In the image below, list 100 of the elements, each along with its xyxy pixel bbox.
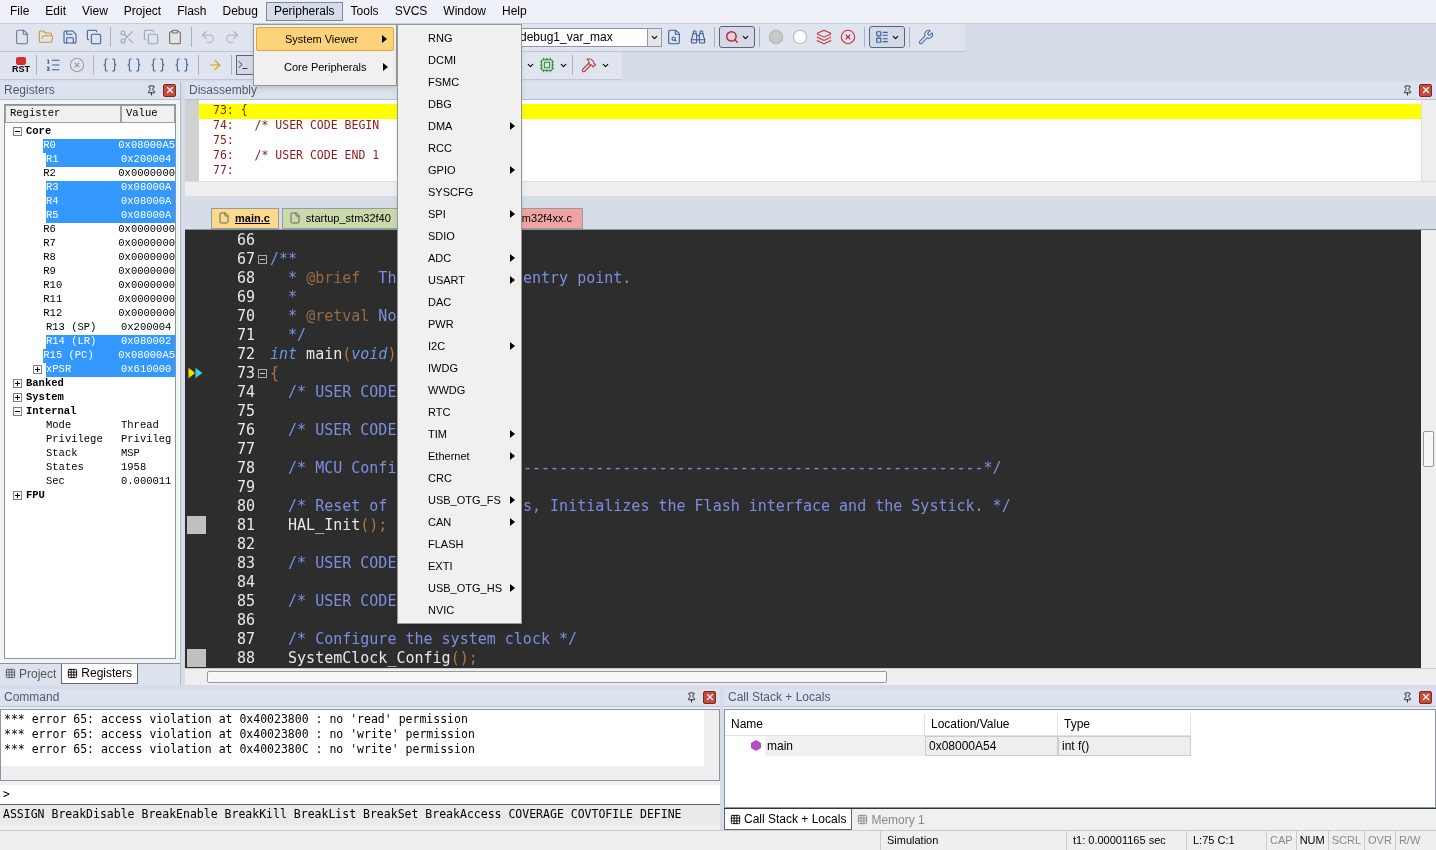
debug-session-button[interactable] (719, 26, 755, 49)
menu-item[interactable]: Flash (169, 1, 215, 21)
register-row[interactable]: Sec 0.000011 (46, 474, 175, 489)
menu-entry[interactable]: CRC (398, 467, 521, 489)
menu-entry[interactable]: NVIC (398, 599, 521, 621)
menu-item[interactable]: Debug (214, 1, 266, 21)
register-row[interactable]: Core (26, 124, 175, 139)
expand-box[interactable] (13, 379, 22, 389)
collapse-box[interactable] (13, 407, 22, 417)
register-row[interactable]: R6 0x0000000 (43, 222, 175, 237)
close-button[interactable] (1419, 83, 1432, 97)
save-icon[interactable] (62, 29, 78, 46)
register-row[interactable]: R10 0x0000000 (43, 278, 175, 293)
panel-tab[interactable]: Project (0, 663, 62, 684)
column-header[interactable]: Value (121, 104, 175, 123)
disassembly-icon[interactable] (45, 57, 61, 74)
register-row[interactable]: R13 (SP) 0x200004 (46, 320, 175, 335)
pin-icon[interactable] (146, 84, 157, 96)
dropdown-button[interactable] (647, 28, 661, 46)
column-header[interactable]: Name (725, 713, 925, 736)
menu-item[interactable]: File (2, 1, 38, 21)
scrollbar[interactable] (704, 709, 719, 766)
menu-entry[interactable]: DBG (398, 93, 521, 115)
register-row[interactable]: R7 0x0000000 (43, 236, 175, 251)
menu-entry[interactable]: USB_OTG_HS (398, 577, 521, 599)
fold-box[interactable] (258, 368, 267, 378)
menu-entry[interactable]: RCC (398, 137, 521, 159)
register-row[interactable]: R12 0x0000000 (43, 306, 175, 321)
menu-entry[interactable]: USB_OTG_FS (398, 489, 521, 511)
menu-entry[interactable]: I2C (398, 335, 521, 357)
register-row[interactable]: R9 0x0000000 (43, 264, 175, 279)
menu-entry[interactable]: ADC (398, 247, 521, 269)
close-button[interactable] (703, 690, 716, 704)
register-row[interactable]: Stack MSP (46, 446, 175, 461)
menu-item[interactable]: SVCS (386, 1, 436, 21)
register-row[interactable]: States 1958 (46, 460, 175, 475)
menu-item[interactable]: Window (435, 1, 494, 21)
scrollbar[interactable] (1421, 229, 1436, 668)
register-row[interactable]: R11 0x0000000 (43, 292, 175, 307)
pin-icon[interactable] (686, 691, 697, 703)
menu-entry[interactable]: IWDG (398, 357, 521, 379)
menu-entry[interactable]: Ethernet (398, 445, 521, 467)
column-header[interactable]: Register (5, 104, 121, 123)
window-layout-button[interactable] (869, 26, 905, 49)
tools-icon[interactable] (581, 57, 597, 74)
save-all-icon[interactable] (86, 29, 102, 46)
menu-entry[interactable]: SYSCFG (398, 181, 521, 203)
menu-item[interactable]: Edit (37, 1, 75, 21)
kill-breakpoints-icon[interactable] (840, 29, 856, 46)
menu-entry[interactable]: GPIO (398, 159, 521, 181)
register-row[interactable]: FPU (26, 488, 175, 503)
panel-tab[interactable]: Call Stack + Locals (724, 809, 853, 831)
menu-entry[interactable]: USART (398, 269, 521, 291)
command-window-button[interactable] (236, 55, 254, 76)
wrench-icon[interactable] (918, 29, 934, 46)
register-row[interactable]: Internal (26, 404, 175, 419)
menu-entry[interactable]: EXTI (398, 555, 521, 577)
menu-entry[interactable]: Core Peripherals (256, 55, 394, 79)
close-button[interactable] (163, 83, 176, 97)
close-button[interactable] (1419, 690, 1432, 704)
fold-box[interactable] (258, 254, 267, 264)
menu-entry[interactable]: WWDG (398, 379, 521, 401)
run-to-cursor-icon[interactable] (174, 57, 190, 74)
column-header[interactable]: Location/Value (925, 713, 1058, 736)
scrollbar-thumb[interactable] (207, 670, 887, 683)
binoculars-icon[interactable] (690, 29, 706, 46)
menu-entry[interactable]: PWR (398, 313, 521, 335)
paste-icon[interactable] (167, 29, 183, 46)
column-header[interactable]: Type (1058, 713, 1191, 736)
menu-entry[interactable]: DMA (398, 115, 521, 137)
menu-item[interactable]: Help (494, 1, 535, 21)
pin-icon[interactable] (1402, 84, 1413, 96)
collapse-box[interactable] (13, 127, 22, 137)
menu-entry[interactable]: DAC (398, 291, 521, 313)
menu-entry[interactable]: FSMC (398, 71, 521, 93)
scrollbar-thumb[interactable] (1423, 430, 1434, 467)
register-row[interactable]: R8 0x0000000 (43, 250, 175, 265)
editor-tab[interactable]: main.c (211, 207, 279, 229)
command-input[interactable]: > (0, 784, 720, 805)
menu-item[interactable]: Project (115, 1, 170, 21)
register-row[interactable]: Mode Thread (46, 418, 175, 433)
menu-entry[interactable]: TIM (398, 423, 521, 445)
register-row[interactable]: Privilege Privileg (46, 432, 175, 447)
register-row[interactable]: System (26, 390, 175, 405)
reset-button[interactable]: RST (12, 56, 30, 74)
step-out-icon[interactable] (150, 57, 166, 74)
menu-item[interactable]: View (74, 1, 116, 21)
step-icon[interactable] (102, 57, 118, 74)
expand-box[interactable] (13, 393, 22, 403)
expand-box[interactable] (13, 491, 22, 501)
menu-entry[interactable]: RTC (398, 401, 521, 423)
find-in-files-icon[interactable] (666, 29, 682, 46)
menu-entry[interactable]: System Viewer (256, 27, 394, 51)
menu-item[interactable]: Peripherals (265, 1, 343, 21)
panel-tab[interactable]: Registers (61, 663, 139, 684)
menu-entry[interactable]: DCMI (398, 49, 521, 71)
new-file-icon[interactable] (14, 29, 30, 46)
scrollbar[interactable] (1, 765, 719, 780)
menu-entry[interactable]: CAN (398, 511, 521, 533)
menu-entry[interactable]: FLASH (398, 533, 521, 555)
